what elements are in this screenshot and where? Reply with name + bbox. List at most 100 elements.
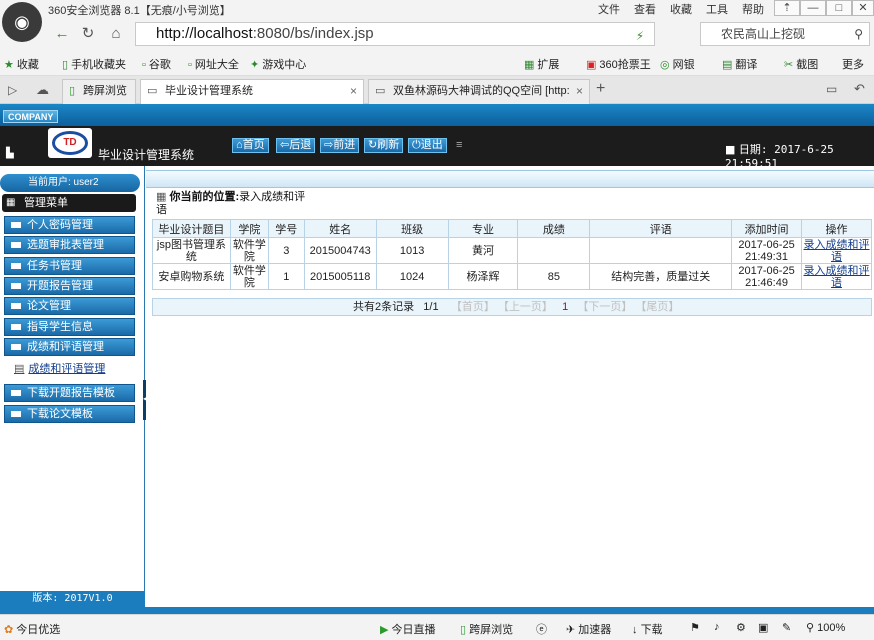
back-icon[interactable]: ←	[52, 24, 72, 44]
col-comment: 评语	[589, 219, 733, 238]
settings-icon[interactable]: ⚙	[736, 621, 746, 634]
first-page-link[interactable]: 【首页】	[451, 301, 495, 313]
tab-graduation-system[interactable]: ▭ 毕业设计管理系统 ×	[140, 79, 364, 104]
close-tab-icon[interactable]: ×	[350, 80, 357, 103]
close-tab-icon[interactable]: ×	[576, 80, 583, 103]
tool-more[interactable]: 更多	[842, 56, 864, 72]
col-class: 班级	[375, 219, 449, 238]
sidebar-item-password[interactable]: 个人密码管理	[4, 216, 135, 234]
fav-mobile[interactable]: ▯ 手机收藏夹	[62, 56, 126, 72]
window-title: 360安全浏览器 8.1【无痕/小号浏览】	[48, 5, 231, 17]
cell-class: 1024	[375, 263, 449, 290]
col-time: 添加时间	[731, 219, 803, 238]
fav-sites[interactable]: ▫ 网址大全	[188, 56, 239, 72]
cell-title: 安卓购物系统	[152, 263, 231, 290]
enter-grade-link[interactable]: 录入成绩和评语	[801, 263, 872, 290]
tool-screenshot[interactable]: ✂ 截图	[784, 56, 818, 72]
signal-icon: ▙	[6, 148, 14, 159]
tool-extensions[interactable]: ▦ 扩展	[524, 56, 559, 72]
menu-file[interactable]: 文件	[598, 1, 620, 17]
cell-no: 3	[267, 237, 305, 264]
brush-icon[interactable]: ✎	[782, 621, 791, 634]
col-action: 操作	[801, 219, 872, 238]
flag-icon[interactable]: ⚑	[690, 621, 700, 634]
today-picks[interactable]: ✿ 今日优选	[4, 621, 60, 637]
fav-games[interactable]: ✦ 游戏中心	[250, 56, 306, 72]
total-records: 共有2条记录	[353, 301, 415, 313]
status-live[interactable]: ▶ 今日直播	[380, 621, 436, 637]
sidebar-sub-grades[interactable]: ▤ 成绩和评语管理	[14, 360, 105, 376]
nav-home-button[interactable]: ⌂首页	[232, 138, 269, 153]
tool-tickets[interactable]: ▣ 360抢票王	[586, 56, 651, 72]
last-page-link[interactable]: 【尾页】	[635, 301, 679, 313]
ie-icon[interactable]: ⓔ	[536, 621, 547, 637]
cell-name: 2015004743	[303, 237, 377, 264]
sidebar-toggle-icon[interactable]: ▷	[8, 83, 17, 97]
shield-icon[interactable]: ⚡	[630, 26, 650, 46]
prev-page-link[interactable]: 【上一页】	[498, 301, 553, 313]
sound-icon[interactable]: ♪	[714, 621, 720, 633]
grid-icon: ▦	[524, 59, 535, 71]
sidebar-item-download-thesis[interactable]: 下载论文模板	[4, 405, 135, 423]
company-label: COMPANY	[3, 110, 59, 123]
home-icon[interactable]: ⌂	[106, 24, 126, 44]
sidebar-item-thesis[interactable]: 论文管理	[4, 297, 135, 315]
menu-tools[interactable]: 工具	[706, 1, 728, 17]
tool-bank[interactable]: ◎ 网银	[660, 56, 695, 72]
status-accelerator[interactable]: ✈ 加速器	[566, 621, 611, 637]
nav-forward-button[interactable]: ⇨前进	[320, 138, 360, 153]
url-rest: :8080/bs/index.jsp	[252, 25, 374, 42]
cell-no: 1	[267, 263, 305, 290]
menu-favorites[interactable]: 收藏	[670, 1, 692, 17]
sidebar-item-grades[interactable]: 成绩和评语管理	[4, 338, 135, 356]
new-tab-button[interactable]: +	[596, 80, 605, 98]
maximize-button[interactable]: □	[826, 0, 852, 16]
close-window-button[interactable]: ✕	[852, 0, 874, 16]
cell-college: 软件学院	[229, 263, 269, 290]
download-icon: ↓	[632, 624, 638, 636]
breadcrumb: ▦ 你当前的位置:录入成绩和评语	[156, 191, 306, 216]
status-bar: ✿ 今日优选 ▶ 今日直播 ▯ 跨屏浏览 ⓔ ✈ 加速器 ↓ 下载 ⚑ ♪ ⚙ …	[0, 614, 874, 640]
reload-icon[interactable]: ↻	[78, 24, 98, 44]
app-logo: TD	[48, 128, 92, 158]
status-cross-screen[interactable]: ▯ 跨屏浏览	[460, 621, 513, 637]
fav-google[interactable]: ▫ 谷歌	[142, 56, 171, 72]
scissors-icon: ✂	[784, 59, 794, 71]
address-bar[interactable]: http://localhost:8080/bs/index.jsp	[135, 22, 655, 46]
enter-grade-link[interactable]: 录入成绩和评语	[801, 237, 872, 264]
gift-icon: ✿	[4, 624, 14, 636]
next-page-link[interactable]: 【下一页】	[577, 301, 632, 313]
cell-class: 1013	[375, 237, 449, 264]
status-zoom[interactable]: ⚲ 100%	[806, 621, 845, 634]
status-download[interactable]: ↓ 下载	[632, 621, 663, 637]
tab-cross-screen[interactable]: ▯ 跨屏浏览	[62, 79, 136, 104]
favorites-star[interactable]: ★ 收藏	[4, 56, 39, 72]
cell-comment	[589, 237, 733, 264]
content-toolbar	[146, 170, 874, 188]
sidebar-item-download-proposal[interactable]: 下载开题报告模板	[4, 384, 135, 402]
undo-icon[interactable]: ↶	[854, 81, 865, 97]
restore-icon[interactable]: ▭	[826, 82, 837, 96]
sidebar-item-proposal[interactable]: 开题报告管理	[4, 277, 135, 295]
window-icon[interactable]: ▣	[758, 621, 768, 634]
nav-logout-button[interactable]: ⏻退出	[408, 138, 447, 153]
star-icon: ★	[4, 59, 14, 71]
table-icon: ▦	[156, 191, 167, 203]
cloud-icon[interactable]: ☁	[36, 82, 49, 98]
search-icon[interactable]: ⚲	[854, 23, 863, 45]
pin-icon[interactable]: ⇡	[774, 0, 800, 16]
menu-help[interactable]: 帮助	[742, 1, 764, 17]
nav-back-button[interactable]: ⇦后退	[276, 138, 316, 153]
tool-translate[interactable]: ▤ 翻译	[722, 56, 757, 72]
sidebar-item-task[interactable]: 任务书管理	[4, 257, 135, 275]
search-input[interactable]: 农民高山上挖砚 ⚲	[700, 22, 870, 46]
phone-icon: ▯	[460, 624, 467, 636]
system-name: 毕业设计管理系统	[98, 148, 195, 162]
minimize-button[interactable]: —	[800, 0, 826, 16]
tab-qq-space[interactable]: ▭ 双鱼林源码大神调试的QQ空间 [http: ×	[368, 79, 590, 104]
sidebar-item-topic-approval[interactable]: 选题审批表管理	[4, 236, 135, 254]
pagination: 共有2条记录 1/1 【首页】 【上一页】 1 【下一页】 【尾页】	[152, 298, 872, 316]
menu-view[interactable]: 查看	[634, 1, 656, 17]
nav-refresh-button[interactable]: ↻刷新	[364, 138, 404, 153]
sidebar-item-students[interactable]: 指导学生信息	[4, 318, 135, 336]
